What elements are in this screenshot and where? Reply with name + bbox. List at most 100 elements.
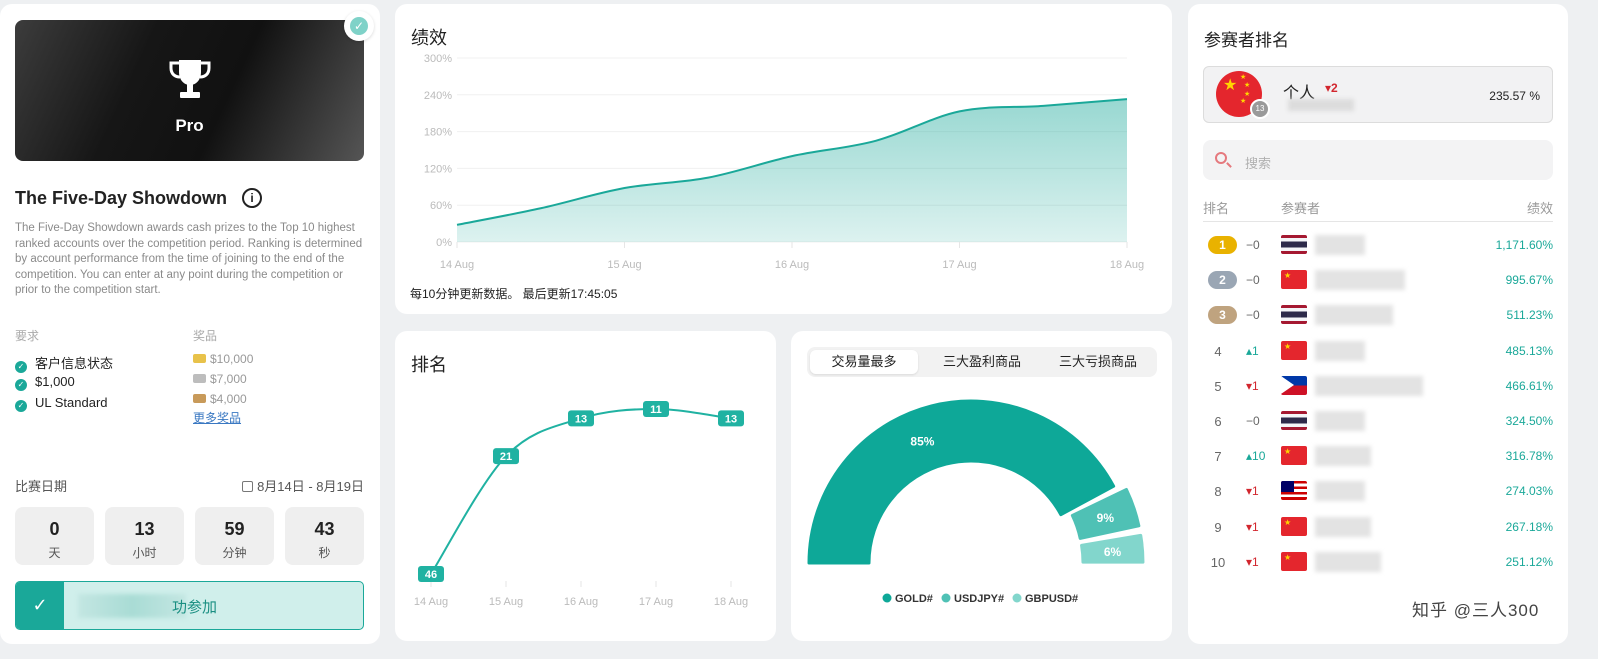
more-prizes-link[interactable]: 更多奖品 — [193, 409, 241, 426]
donut-segment — [807, 399, 1116, 565]
y-tick-label: 60% — [430, 200, 452, 212]
leaderboard-row[interactable]: 10 ▾1 251.12% — [1203, 545, 1553, 580]
redacted-participant — [1315, 375, 1423, 396]
rank-change: ▴10 — [1246, 449, 1266, 464]
rank-number: 9 — [1214, 519, 1222, 535]
y-tick-label: 0% — [436, 237, 452, 249]
redacted-participant — [1315, 340, 1365, 361]
y-tick-label: 300% — [424, 53, 452, 65]
leaderboard-row[interactable]: 8 ▾1 274.03% — [1203, 474, 1553, 509]
bronze-prize-icon — [193, 394, 206, 403]
legend-label: GOLD# — [895, 593, 933, 605]
prizes-heading: 奖品 — [193, 329, 218, 343]
requirements-heading: 要求 — [15, 329, 40, 343]
leaderboard-row[interactable]: 5 ▾1 466.61% — [1203, 369, 1553, 404]
x-tick-label: 15 Aug — [489, 596, 523, 608]
redacted-participant — [1315, 516, 1371, 537]
participant-performance: 324.50% — [1505, 414, 1553, 428]
leaderboard-row[interactable]: 7 ▴10 316.78% — [1203, 439, 1553, 474]
performance-chart: 300% 240% 180% 120% 60% 0% 14 Aug 15 Aug 16 Aug 1… — [424, 53, 1144, 271]
join-status-label: 功参加 — [172, 599, 218, 616]
level-badge: 13 — [1250, 99, 1270, 119]
rank-number: 6 — [1214, 414, 1222, 429]
participant-performance: 251.12% — [1505, 554, 1553, 569]
segment-value-label: 9% — [1097, 511, 1115, 525]
search-input[interactable]: 搜索 — [1203, 140, 1553, 180]
rank-point-label: 21 — [500, 451, 512, 463]
column-rank: 排名 — [1203, 201, 1230, 216]
legend-swatch — [882, 593, 892, 603]
y-tick-label: 180% — [424, 127, 452, 139]
rank-medal: 3 — [1208, 306, 1237, 325]
performance-panel: 绩效 300% 240% 180% 120% 60% 0% 14 Aug 15 Aug 16 A… — [395, 4, 1172, 314]
y-tick-label: 240% — [424, 90, 452, 102]
prize-item: $7,000 — [193, 372, 247, 386]
my-performance: 235.57 % — [1489, 89, 1540, 103]
redacted-account — [1288, 99, 1354, 111]
leaderboard-row[interactable]: 2 −0 995.67% — [1203, 263, 1553, 298]
performance-area — [457, 99, 1127, 243]
update-note: 每10分钟更新数据。 最后更新17:45:05 — [410, 287, 618, 301]
rank-point-label: 46 — [425, 569, 437, 581]
x-tick-label: 14 Aug — [414, 596, 448, 608]
countdown-hours: 13 小时 — [105, 507, 184, 565]
country-flag-icon — [1281, 551, 1307, 571]
leaderboard-row[interactable]: 1 −0 1,171.60% — [1203, 228, 1553, 263]
country-flag-icon — [1281, 481, 1307, 501]
requirement-item: ✓ UL Standard — [15, 395, 108, 412]
x-tick-label: 17 Aug — [942, 259, 976, 271]
leaderboard-row[interactable]: 6 −0 324.50% — [1203, 404, 1553, 439]
rank-change: ▴1 — [1246, 343, 1259, 358]
countdown-days: 0天 — [15, 507, 94, 565]
info-icon[interactable]: i — [242, 188, 262, 208]
gold-prize-icon — [193, 354, 206, 363]
column-performance: 绩效 — [1526, 201, 1553, 216]
competition-title: The Five-Day Showdown — [15, 188, 228, 208]
redacted-participant — [1315, 235, 1365, 255]
tier-label: Pro — [175, 116, 204, 135]
legend-swatch — [1012, 593, 1022, 603]
participant-performance: 1,171.60% — [1495, 238, 1553, 252]
legend-label: USDJPY# — [954, 593, 1004, 605]
rank-number: 10 — [1210, 554, 1226, 570]
leaderboard-row[interactable]: 3 −0 511.23% — [1203, 298, 1553, 333]
leaderboard-row[interactable]: 4 ▴1 485.13% — [1203, 334, 1553, 369]
date-label: 比赛日期 — [15, 479, 68, 494]
divider — [1203, 221, 1553, 222]
redacted-participant — [1315, 270, 1405, 291]
x-tick-label: 18 Aug — [1110, 259, 1144, 271]
products-chart: 85% 9% 6% GOLD# USDJPY# GBPUSD# — [807, 399, 1145, 605]
country-flag-icon — [1281, 270, 1307, 290]
joined-button[interactable]: ✓ 功参加 — [15, 581, 364, 630]
rank-point-label: 13 — [725, 413, 737, 425]
y-tick-label: 120% — [424, 163, 452, 175]
requirement-item: ✓ $1,000 — [15, 374, 75, 391]
column-participant: 参赛者 — [1281, 201, 1321, 216]
x-tick-label: 18 Aug — [714, 596, 748, 608]
products-panel: 交易量最多 三大盈利商品 三大亏损商品 85% 9% 6% GOLD# USDJPY# G… — [791, 331, 1172, 641]
my-rank-card[interactable]: ★ ★ ★ ★ ★ 13 个人 ▾2 235.57 % — [1203, 66, 1553, 123]
ranking-chart: 14 Aug 15 Aug 16 Aug 17 Aug 18 Aug 46 21 13 11 13 — [414, 401, 748, 608]
countdown-minutes: 59 分钟 — [195, 507, 274, 565]
redacted-participant — [1315, 411, 1365, 431]
countdown-seconds: 43 秒 — [285, 507, 364, 565]
check-icon: ✓ — [15, 379, 27, 391]
redacted-text — [78, 594, 186, 618]
x-tick-label: 15 Aug — [607, 259, 641, 271]
rank-medal: 1 — [1208, 236, 1237, 254]
rank-change: ▾1 — [1246, 484, 1259, 499]
ranking-line — [430, 407, 732, 575]
rank-medal: 2 — [1208, 271, 1237, 290]
rank-number: 4 — [1214, 343, 1222, 359]
redacted-participant — [1315, 446, 1371, 467]
competition-panel: Pro ✓ The Five-Day Showdown i The Five-D… — [0, 4, 380, 644]
prize-item: $4,000 — [193, 392, 247, 406]
participant-performance: 485.13% — [1505, 343, 1553, 358]
leaderboard-panel: 参赛者排名 ★ ★ ★ ★ ★ 13 个人 ▾2 235.57 % 搜索 排名 … — [1188, 4, 1568, 644]
participant-performance: 466.61% — [1505, 378, 1553, 393]
redacted-participant — [1315, 481, 1365, 502]
joined-check-badge: ✓ — [344, 11, 374, 41]
check-icon: ✓ — [350, 17, 368, 35]
participant-performance: 995.67% — [1505, 273, 1553, 288]
leaderboard-row[interactable]: 9 ▾1 267.18% — [1203, 510, 1553, 545]
